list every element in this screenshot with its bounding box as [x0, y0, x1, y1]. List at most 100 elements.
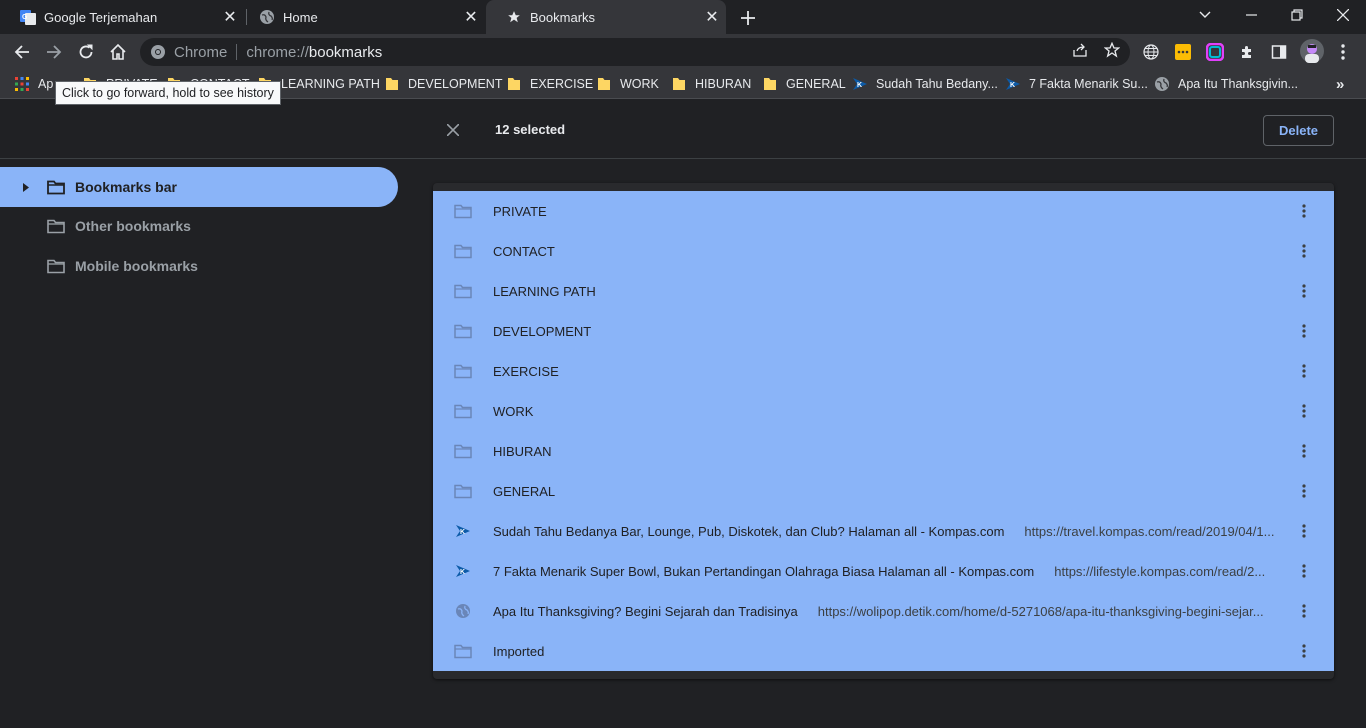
puzzle-icon[interactable] [1237, 42, 1257, 62]
chrome-icon [150, 44, 166, 60]
bookmark-label: Sudah Tahu Bedany... [876, 77, 998, 91]
bookmark-apps[interactable]: Ap [14, 74, 53, 94]
globe-icon [1154, 76, 1170, 92]
folder-icon [453, 641, 473, 661]
list-item[interactable]: LEARNING PATH [433, 271, 1334, 311]
list-item[interactable]: WORK [433, 391, 1334, 431]
bookmark-folder-development[interactable]: DEVELOPMENT [384, 74, 502, 94]
star-icon [506, 9, 522, 25]
new-tab-button[interactable] [736, 6, 760, 30]
more-actions-kebab-icon[interactable] [1294, 601, 1314, 621]
item-url: https://travel.kompas.com/read/2019/04/1… [1024, 523, 1275, 539]
restore-button[interactable] [1274, 0, 1320, 30]
share-icon[interactable] [1070, 40, 1090, 60]
list-item[interactable]: HIBURAN [433, 431, 1334, 471]
kompas-icon: K [1005, 76, 1021, 92]
sidebar-item-other-bookmarks[interactable]: Other bookmarks [0, 206, 398, 246]
more-actions-kebab-icon[interactable] [1294, 201, 1314, 221]
list-item[interactable]: K 7 Fakta Menarik Super Bowl, Bukan Perta… [433, 551, 1334, 591]
reload-button[interactable] [72, 38, 100, 66]
google-translate-icon: G [20, 9, 36, 25]
bookmark-folder-exercise[interactable]: EXERCISE [506, 74, 593, 94]
more-actions-kebab-icon[interactable] [1294, 481, 1314, 501]
more-actions-kebab-icon[interactable] [1294, 321, 1314, 341]
svg-text:K: K [460, 529, 465, 536]
more-actions-kebab-icon[interactable] [1294, 401, 1314, 421]
clear-selection-close-icon[interactable] [443, 120, 463, 140]
list-item[interactable]: Imported [433, 631, 1334, 671]
svg-text:K: K [857, 82, 862, 89]
chip-label: Chrome [174, 43, 228, 61]
back-button[interactable] [8, 38, 36, 66]
omnibox-divider [236, 44, 238, 60]
delete-button[interactable]: Delete [1263, 115, 1334, 146]
close-icon[interactable]: ✕ [220, 7, 240, 27]
folder-icon [671, 76, 687, 92]
address-bar[interactable]: Chrome chrome://bookmarks [140, 38, 1130, 66]
list-item[interactable]: PRIVATE [433, 191, 1334, 231]
tab-bookmarks[interactable]: Bookmarks ✕ [486, 0, 726, 34]
item-title: WORK [493, 403, 534, 419]
list-item[interactable]: EXERCISE [433, 351, 1334, 391]
folder-icon [453, 241, 473, 261]
tab-google-terjemahan[interactable]: G Google Terjemahan ✕ [0, 0, 244, 34]
list-item[interactable]: Apa Itu Thanksgiving? Begini Sejarah dan… [433, 591, 1334, 631]
close-icon[interactable]: ✕ [702, 7, 722, 27]
avatar[interactable] [1300, 39, 1324, 63]
bookmark-label: Ap [38, 77, 54, 91]
folder-icon [762, 76, 778, 92]
sidebar-item-bookmarks-bar[interactable]: Bookmarks bar [0, 167, 398, 207]
bookmark-label: HIBURAN [695, 77, 752, 91]
tab-home[interactable]: Home ✕ [239, 0, 485, 34]
forward-tooltip: Click to go forward, hold to see history [55, 81, 281, 105]
item-title: LEARNING PATH [493, 283, 596, 299]
expand-arrow-icon[interactable] [14, 182, 38, 192]
more-actions-kebab-icon[interactable] [1294, 441, 1314, 461]
folder-icon [506, 76, 522, 92]
folder-icon [453, 201, 473, 221]
bookmark-wolipop[interactable]: Apa Itu Thanksgivin... [1154, 74, 1298, 94]
bookmark-folder-work[interactable]: WORK [596, 74, 659, 94]
notes-extension-icon[interactable] [1173, 42, 1193, 62]
list-item[interactable]: GENERAL [433, 471, 1334, 511]
bookmark-folder-hiburan[interactable]: HIBURAN [671, 74, 751, 94]
sidebar-item-mobile-bookmarks[interactable]: Mobile bookmarks [0, 246, 398, 286]
tab-title: Home [283, 9, 318, 25]
globe-extension-icon[interactable] [1141, 42, 1161, 62]
bookmarks-list-selected-area: PRIVATE CONTACT LEARNING PATH DEVELOPMENT EX… [433, 191, 1334, 671]
folder-tree-sidebar: Bookmarks bar Other bookmarks Mobile boo… [0, 160, 400, 728]
tab-search-chevron-icon[interactable] [1182, 0, 1228, 30]
bookmark-star-icon[interactable] [1102, 40, 1122, 60]
menu-kebab-icon[interactable] [1333, 42, 1353, 62]
bookmark-kompas-2[interactable]: K 7 Fakta Menarik Su... [1005, 74, 1148, 94]
kompas-icon: K [453, 561, 473, 581]
forward-button[interactable] [40, 38, 68, 66]
minimize-button[interactable] [1228, 0, 1274, 30]
browser-toolbar: Chrome chrome://bookmarks [0, 34, 1366, 70]
window-close-button[interactable] [1320, 0, 1366, 30]
bookmark-kompas-1[interactable]: K Sudah Tahu Bedany... [852, 74, 998, 94]
url-host: bookmarks [308, 43, 383, 61]
item-title: PRIVATE [493, 203, 547, 219]
color-picker-extension-icon[interactable] [1205, 42, 1225, 62]
more-actions-kebab-icon[interactable] [1294, 281, 1314, 301]
list-item[interactable]: K Sudah Tahu Bedanya Bar, Lounge, Pub, Di… [433, 511, 1334, 551]
list-item[interactable]: CONTACT [433, 231, 1334, 271]
side-panel-icon[interactable] [1269, 42, 1289, 62]
bookmarks-overflow-button[interactable]: » [1336, 74, 1344, 94]
item-title: Imported [493, 643, 545, 659]
close-icon[interactable]: ✕ [461, 7, 481, 27]
more-actions-kebab-icon[interactable] [1294, 521, 1314, 541]
more-actions-kebab-icon[interactable] [1294, 641, 1314, 661]
more-actions-kebab-icon[interactable] [1294, 561, 1314, 581]
tab-title: Bookmarks [530, 9, 596, 25]
more-actions-kebab-icon[interactable] [1294, 361, 1314, 381]
list-item[interactable]: DEVELOPMENT [433, 311, 1334, 351]
bookmark-label: LEARNING PATH [281, 77, 380, 91]
site-info-chip[interactable]: Chrome [150, 44, 227, 61]
more-actions-kebab-icon[interactable] [1294, 241, 1314, 261]
home-button[interactable] [104, 38, 132, 66]
folder-icon [596, 76, 612, 92]
bookmark-folder-general[interactable]: GENERAL [762, 74, 846, 94]
folder-icon [46, 216, 66, 236]
